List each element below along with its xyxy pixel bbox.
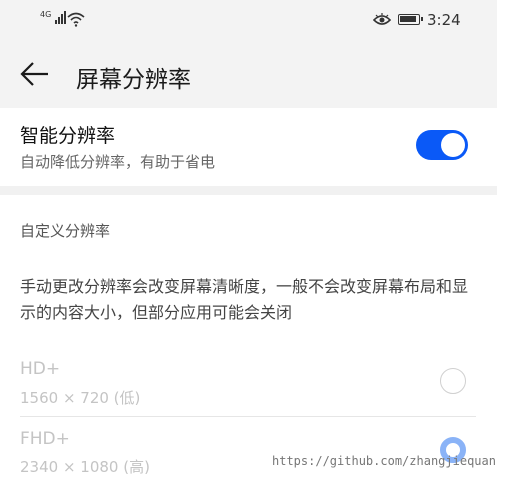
option-divider — [20, 416, 476, 417]
battery-icon — [398, 14, 423, 25]
signal-icon: 4G — [40, 10, 67, 24]
smart-resolution-row[interactable]: 智能分辨率 自动降低分辨率，有助于省电 — [0, 108, 497, 186]
custom-resolution-label: 自定义分辨率 — [20, 222, 111, 240]
eye-comfort-icon — [373, 13, 391, 25]
toggle-knob — [441, 133, 465, 157]
smart-resolution-title: 智能分辨率 — [20, 125, 116, 147]
clock: 3:24 — [427, 11, 461, 29]
option-resolution: 1560 × 720 (低) — [20, 389, 141, 407]
option-name: HD+ — [20, 359, 61, 379]
smart-resolution-toggle[interactable] — [416, 130, 468, 160]
section-divider — [0, 186, 497, 195]
option-name: FHD+ — [20, 429, 70, 449]
option-resolution: 2340 × 1080 (高) — [20, 458, 150, 476]
app-header: 屏幕分辨率 — [0, 46, 497, 108]
status-bar: 4G 3:24 — [0, 0, 497, 46]
arrow-left-icon[interactable] — [20, 61, 50, 87]
page-title: 屏幕分辨率 — [76, 67, 191, 93]
custom-resolution-description: 手动更改分辨率会改变屏幕清晰度，一般不会改变屏幕布局和显示的内容大小，但部分应用… — [20, 277, 469, 322]
radio-button-hd[interactable] — [440, 368, 466, 394]
network-type-label: 4G — [40, 10, 52, 19]
smart-resolution-subtitle: 自动降低分辨率，有助于省电 — [20, 153, 216, 171]
wifi-icon — [67, 12, 85, 27]
watermark-text: https://github.com/zhangjiequan — [272, 454, 496, 468]
